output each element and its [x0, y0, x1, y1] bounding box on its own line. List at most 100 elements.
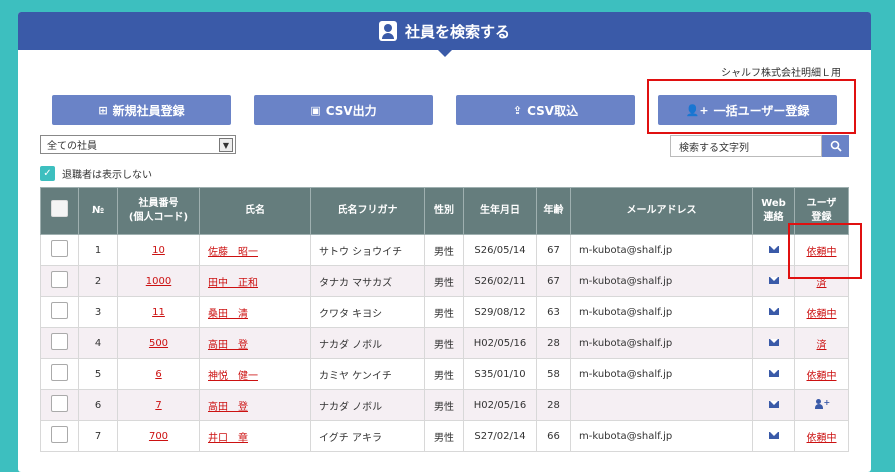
employee-name-cell: 佐藤 昭一 — [199, 234, 311, 266]
row-checkbox[interactable] — [51, 395, 68, 412]
add-user-icon[interactable]: + — [814, 398, 830, 409]
hide-retired-checkbox[interactable]: ✓ — [40, 166, 55, 181]
employee-name-link[interactable]: 高田 登 — [208, 402, 248, 413]
employee-number-link[interactable]: 7 — [155, 400, 161, 411]
employee-name-cell: 神悦 健一 — [199, 358, 311, 390]
row-select-cell — [40, 358, 79, 390]
employee-number-cell: 11 — [117, 296, 200, 328]
employee-age: 67 — [536, 265, 571, 297]
row-checkbox[interactable] — [51, 240, 68, 257]
col-web-line1: Web — [761, 198, 786, 209]
employee-birthdate: S35/01/10 — [463, 358, 537, 390]
col-name: 氏名 — [199, 187, 311, 235]
row-select-cell — [40, 327, 79, 359]
col-birthdate: 生年月日 — [463, 187, 537, 235]
search-input[interactable]: 検索する文字列 — [670, 135, 822, 157]
row-checkbox[interactable] — [51, 271, 68, 288]
employee-number-cell: 10 — [117, 234, 200, 266]
employee-number-link[interactable]: 1000 — [146, 276, 171, 287]
employee-number-cell: 7 — [117, 389, 200, 421]
table-row: 6 7 高田 登 ナカダ ノボル 男性 H02/05/16 28 + — [40, 389, 849, 421]
employee-number-link[interactable]: 6 — [155, 369, 161, 380]
csv-import-label: CSV取込 — [527, 103, 579, 118]
mail-icon[interactable] — [768, 369, 779, 377]
user-status-link[interactable]: 済 — [817, 278, 827, 289]
employee-kana: タナカ マサカズ — [310, 265, 425, 297]
employee-number-cell: 700 — [117, 420, 200, 452]
new-employee-button[interactable]: ⊞ 新規社員登録 — [52, 95, 231, 125]
employee-gender: 男性 — [424, 234, 464, 266]
row-select-cell — [40, 420, 79, 452]
employee-number-link[interactable]: 700 — [149, 431, 168, 442]
select-all-checkbox[interactable] — [51, 200, 68, 217]
user-status-link[interactable]: 依頼中 — [807, 309, 837, 320]
employee-kana: サトウ ショウイチ — [310, 234, 425, 266]
employee-gender: 男性 — [424, 389, 464, 421]
search-button[interactable] — [822, 135, 849, 157]
row-checkbox[interactable] — [51, 302, 68, 319]
user-status-link[interactable]: 済 — [817, 340, 827, 351]
employee-number-link[interactable]: 500 — [149, 338, 168, 349]
web-contact-cell — [752, 296, 795, 328]
chevron-down-icon: ▼ — [219, 138, 233, 152]
highlight-box-user-status — [788, 223, 862, 279]
csv-import-button[interactable]: ⇪ CSV取込 — [456, 95, 635, 125]
employee-name-link[interactable]: 神悦 健一 — [208, 371, 258, 382]
employee-number-link[interactable]: 10 — [152, 245, 165, 256]
employee-birthdate: S26/05/14 — [463, 234, 537, 266]
employee-gender: 男性 — [424, 296, 464, 328]
page-header: 社員を検索する — [18, 12, 871, 57]
mail-icon[interactable] — [768, 400, 779, 408]
highlight-box-bulk-register — [647, 79, 856, 134]
row-checkbox[interactable] — [51, 364, 68, 381]
row-select-cell — [40, 389, 79, 421]
company-name: シャルフ株式会社明細Ｌ用 — [721, 68, 841, 79]
search-icon — [830, 140, 842, 152]
employee-number-cell: 1000 — [117, 265, 200, 297]
row-checkbox[interactable] — [51, 426, 68, 443]
web-contact-cell — [752, 358, 795, 390]
employee-age: 58 — [536, 358, 571, 390]
employee-name-link[interactable]: 桑田 清 — [208, 309, 248, 320]
user-status-link[interactable]: 依頼中 — [807, 371, 837, 382]
table-row: 7 700 井口 章 イグチ アキラ 男性 S27/02/14 66 m-kubota@sha… — [40, 420, 849, 452]
mail-icon[interactable] — [768, 338, 779, 346]
employee-number-link[interactable]: 11 — [152, 307, 165, 318]
table-row: 1 10 佐藤 昭一 サトウ ショウイチ 男性 S26/05/14 67 m-kubota@s… — [40, 234, 849, 266]
table-row: 2 1000 田中 正和 タナカ マサカズ 男性 S26/02/11 67 m-kubota@… — [40, 265, 849, 297]
employee-name-link[interactable]: 井口 章 — [208, 433, 248, 444]
employee-name-cell: 桑田 清 — [199, 296, 311, 328]
employee-name-link[interactable]: 高田 登 — [208, 340, 248, 351]
row-checkbox[interactable] — [51, 333, 68, 350]
employee-name-link[interactable]: 佐藤 昭一 — [208, 247, 258, 258]
mail-icon[interactable] — [768, 245, 779, 253]
mail-icon[interactable] — [768, 307, 779, 315]
mail-icon[interactable] — [768, 276, 779, 284]
employee-name-link[interactable]: 田中 正和 — [208, 278, 258, 289]
plus-square-icon: ⊞ — [98, 103, 108, 117]
employee-email: m-kubota@shalf.jp — [570, 265, 753, 297]
user-status-cell: 依頼中 — [794, 420, 849, 452]
employee-table: № 社員番号 (個人コード) 氏名 氏名フリガナ 性別 生年月日 年齢 メールア… — [40, 187, 849, 452]
row-no: 4 — [78, 327, 118, 359]
employee-number-cell: 6 — [117, 358, 200, 390]
select-all-header — [40, 187, 79, 235]
employee-filter-select[interactable]: 全ての社員 ▼ — [40, 135, 236, 154]
employee-kana: カミヤ ケンイチ — [310, 358, 425, 390]
employee-birthdate: H02/05/16 — [463, 327, 537, 359]
employee-age: 63 — [536, 296, 571, 328]
col-user-line1: ユーザ — [806, 198, 837, 209]
col-email: メールアドレス — [570, 187, 753, 235]
col-gender: 性別 — [424, 187, 464, 235]
row-no: 6 — [78, 389, 118, 421]
csv-export-button[interactable]: ▣ CSV出力 — [254, 95, 433, 125]
user-status-cell[interactable]: + — [794, 389, 849, 421]
employee-age: 28 — [536, 327, 571, 359]
employee-kana: イグチ アキラ — [310, 420, 425, 452]
employee-kana: ナカダ ノボル — [310, 327, 425, 359]
save-icon: ▣ — [310, 103, 321, 117]
row-select-cell — [40, 296, 79, 328]
user-status-link[interactable]: 依頼中 — [807, 433, 837, 444]
mail-icon[interactable] — [768, 431, 779, 439]
user-status-cell: 依頼中 — [794, 358, 849, 390]
